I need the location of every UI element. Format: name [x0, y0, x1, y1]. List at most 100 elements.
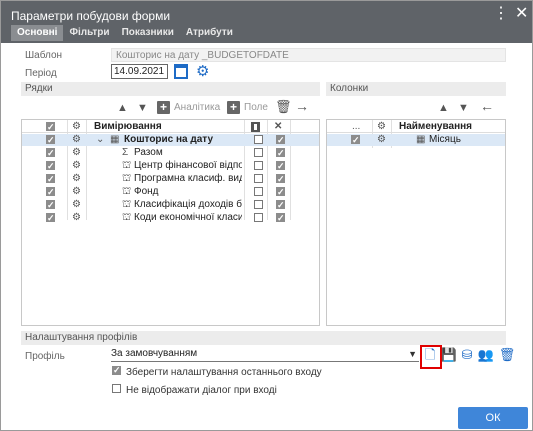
tab-main[interactable]: Основні	[11, 25, 64, 41]
gear-icon[interactable]: ⚙	[72, 186, 81, 198]
row-label: Кошторис на дату	[124, 134, 214, 145]
row-checkbox[interactable]	[46, 173, 55, 185]
move-up-icon[interactable]: ▲	[117, 101, 128, 115]
hide-dialog-checkbox[interactable]	[112, 384, 121, 393]
profile-label: Профіль	[25, 351, 65, 362]
row-checkbox[interactable]	[46, 199, 55, 211]
delete-icon[interactable]: 🗑	[275, 100, 292, 114]
columns-grid: ... ⚙ Найменування ⚙ ▦ Місяць	[326, 119, 506, 326]
hierarchy-icon: ⛫	[122, 212, 132, 223]
title-bar: Параметри побудови форми ⋮ ✕ Основні Філ…	[1, 1, 532, 43]
tab-bar: Основні Фільтри Показники Атрибути	[11, 25, 239, 41]
row-checkbox[interactable]	[46, 160, 55, 172]
table-row[interactable]: ⚙ ⛫ Центр фінансової відповід	[22, 160, 319, 172]
rows-grid: ⚙ Вимірювання ✕ ⚙ ⌄ ▦ Кошторис на дату ⚙…	[21, 119, 320, 326]
close-header-icon: ✕	[274, 121, 283, 132]
row-checkbox-2[interactable]	[254, 148, 263, 157]
row-checkbox[interactable]	[46, 212, 55, 224]
gear-icon[interactable]: ⚙	[196, 62, 209, 80]
add-analytics-label: Аналітика	[174, 102, 221, 113]
add-field-label: Поле	[244, 102, 268, 113]
plus-icon: +	[157, 101, 170, 114]
table-row[interactable]: ⚙ ⛫ Фонд	[22, 186, 319, 198]
calendar-icon[interactable]	[174, 64, 188, 79]
close-icon[interactable]: ✕	[515, 6, 528, 22]
add-field-button[interactable]: + Поле	[227, 101, 268, 114]
users-icon[interactable]: 👥	[478, 347, 494, 363]
table-row[interactable]: ⚙ Σ Разом	[22, 147, 319, 159]
period-label: Період	[25, 68, 57, 79]
columns-menu-dots[interactable]: ...	[352, 121, 360, 133]
add-analytics-button[interactable]: + Аналітика	[157, 101, 220, 114]
hierarchy-icon: ⛫	[122, 199, 132, 210]
hide-dialog-label: Не відображати діалог при вході	[126, 385, 277, 396]
gear-icon[interactable]: ⚙	[72, 160, 81, 172]
period-date-input[interactable]: 14.09.2021	[111, 64, 168, 79]
tab-indicators[interactable]: Показники	[116, 25, 180, 41]
row-checkbox[interactable]	[351, 134, 360, 146]
move-down-icon[interactable]: ▼	[137, 101, 148, 115]
name-header: Найменування	[399, 121, 472, 132]
database-icon[interactable]: ⛁	[462, 347, 473, 363]
template-label: Шаблон	[25, 50, 63, 61]
ok-button[interactable]: ОК	[458, 407, 528, 429]
row-checkbox-3[interactable]	[276, 134, 285, 146]
row-checkbox-2[interactable]	[254, 135, 263, 144]
row-label: Разом	[134, 147, 163, 158]
table-row[interactable]: ⚙ ⛫ Класифікація доходів бюд	[22, 199, 319, 211]
profile-select-value: За замовчуванням	[111, 348, 198, 359]
gear-icon[interactable]: ⚙	[377, 121, 386, 133]
arrow-right-icon[interactable]: →	[295, 99, 309, 113]
row-checkbox-3[interactable]	[276, 147, 285, 159]
delete-icon[interactable]: 🗑	[499, 347, 516, 363]
template-field: Кошторис на дату _BUDGETOFDATE	[111, 48, 506, 62]
row-label: Фонд	[134, 186, 159, 197]
row-checkbox[interactable]	[46, 147, 55, 159]
gear-icon[interactable]: ⚙	[72, 199, 81, 211]
row-checkbox-2[interactable]	[254, 161, 263, 170]
table-row[interactable]: ⚙ ⛫ Коди економічної класиф	[22, 212, 319, 224]
table-row[interactable]: ⚙ ⛫ Програмна класиф. видат	[22, 173, 319, 185]
row-checkbox-3[interactable]	[276, 186, 285, 198]
gear-icon[interactable]: ⚙	[72, 173, 81, 185]
row-checkbox[interactable]	[46, 186, 55, 198]
tab-attributes[interactable]: Атрибути	[180, 25, 239, 41]
more-vertical-icon[interactable]: ⋮	[493, 6, 509, 22]
row-checkbox-3[interactable]	[276, 160, 285, 172]
save-icon[interactable]: 💾	[440, 347, 456, 363]
arrow-left-icon[interactable]: ←	[480, 99, 494, 113]
columns-move-up-icon[interactable]: ▲	[438, 101, 449, 115]
gear-icon[interactable]: ⚙	[72, 147, 81, 159]
gear-icon[interactable]: ⚙	[72, 212, 81, 224]
columns-move-down-icon[interactable]: ▼	[458, 101, 469, 115]
row-label: Коди економічної класиф	[134, 212, 242, 223]
row-checkbox-3[interactable]	[276, 173, 285, 185]
save-last-login-checkbox[interactable]	[112, 365, 121, 376]
select-all-checkbox[interactable]	[46, 121, 55, 133]
table-row[interactable]: ⚙ ⌄ ▦ Кошторис на дату	[22, 134, 319, 146]
calendar-icon: ▦	[416, 134, 426, 145]
row-checkbox-3[interactable]	[276, 199, 285, 211]
save-last-login-label: Зберегти налаштування останнього входу	[126, 367, 322, 378]
row-checkbox-2[interactable]	[254, 200, 263, 209]
table-icon: ▦	[110, 134, 120, 145]
hierarchy-icon: ⛫	[122, 173, 132, 184]
chevron-down-icon[interactable]: ⌄	[96, 134, 104, 146]
hierarchy-icon: ⛫	[122, 186, 132, 197]
dimensions-header: Вимірювання	[94, 121, 162, 132]
row-label: Класифікація доходів бюд	[134, 199, 242, 210]
row-checkbox-2[interactable]	[254, 174, 263, 183]
highlight-box	[420, 345, 442, 369]
row-checkbox[interactable]	[46, 134, 55, 146]
gear-icon[interactable]: ⚙	[72, 134, 81, 146]
profile-select[interactable]: За замовчуванням ▼	[111, 347, 419, 362]
table-row[interactable]: ⚙ ▦ Місяць	[327, 134, 505, 146]
sigma-icon: Σ	[122, 147, 129, 158]
gear-icon[interactable]: ⚙	[377, 134, 386, 146]
row-checkbox-2[interactable]	[254, 187, 263, 196]
row-label: Центр фінансової відповід	[134, 160, 242, 171]
tab-filters[interactable]: Фільтри	[63, 25, 115, 41]
row-checkbox-2[interactable]	[254, 213, 263, 222]
gear-icon[interactable]: ⚙	[72, 121, 81, 133]
row-checkbox-3[interactable]	[276, 212, 285, 224]
